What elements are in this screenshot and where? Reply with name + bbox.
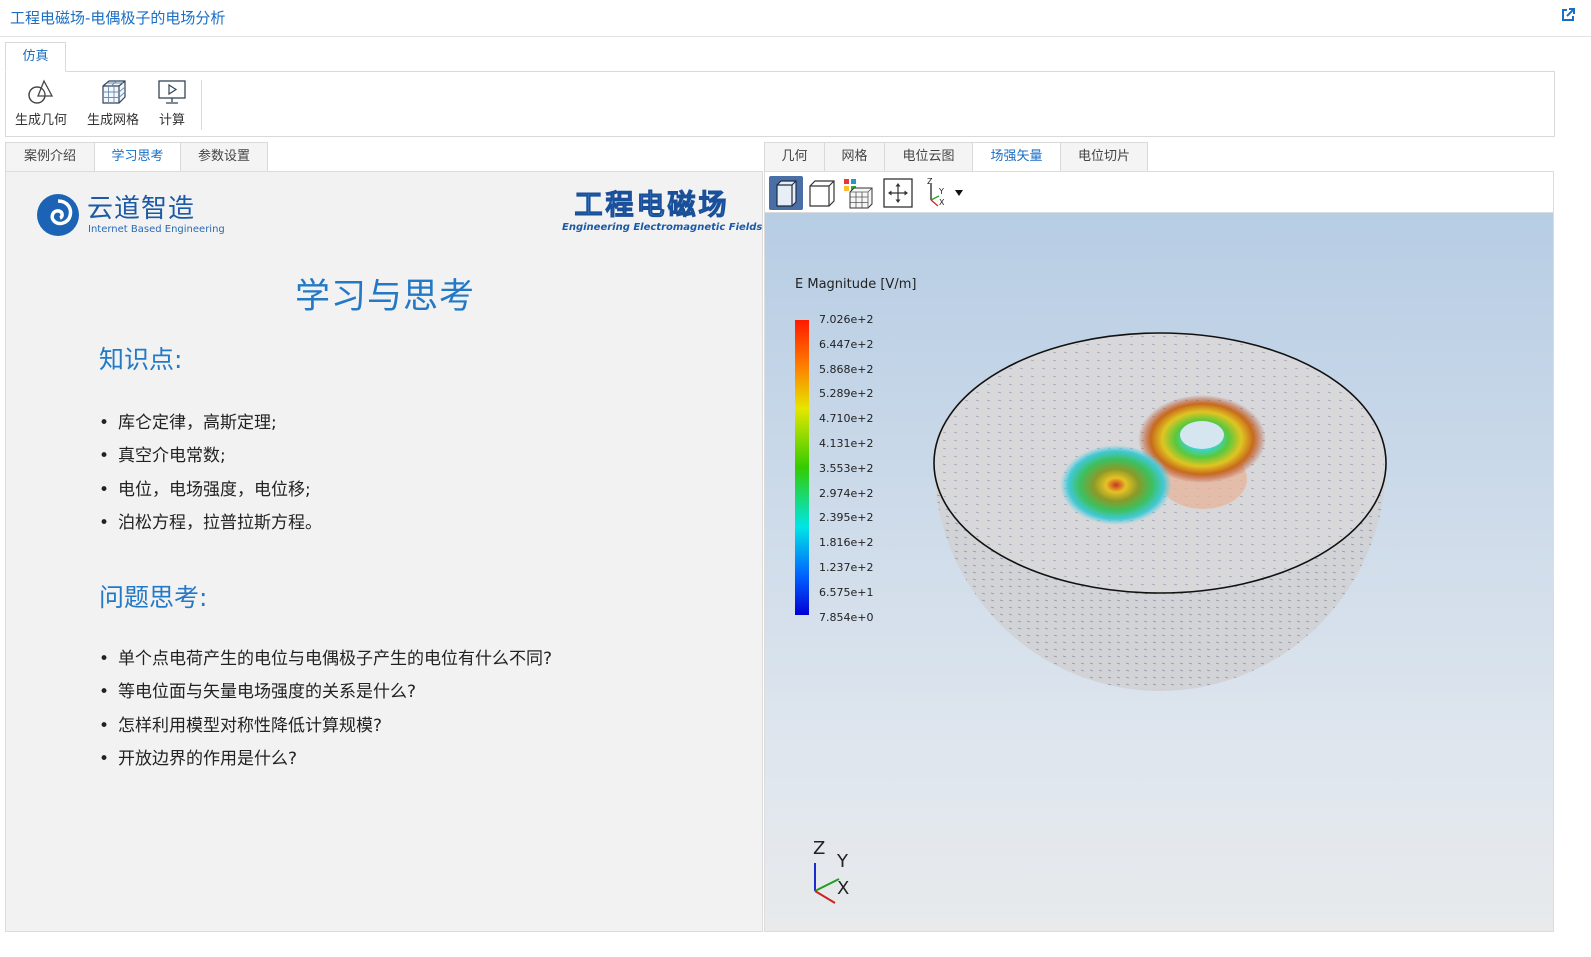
tab-mesh[interactable]: 网格 bbox=[824, 142, 884, 172]
axis-triad-icon: Z Y X bbox=[927, 177, 963, 207]
legend-tick: 4.131e+2 bbox=[819, 436, 874, 450]
study-content: 云道智造 Internet Based Engineering 工程电磁场 En… bbox=[5, 171, 763, 932]
swirl-logo-icon bbox=[37, 194, 79, 236]
generate-geometry-button[interactable]: 生成几何 bbox=[8, 78, 74, 134]
generate-mesh-button[interactable]: 生成网格 bbox=[80, 78, 146, 134]
legend-tick: 1.237e+2 bbox=[819, 560, 874, 574]
legend-tick: 5.289e+2 bbox=[819, 387, 874, 401]
ribbon: 仿真 生成几何 生成网格 计算 bbox=[5, 42, 1555, 137]
left-tabs: 案例介绍 学习思考 参数设置 bbox=[5, 142, 268, 172]
window-title: 工程电磁场-电偶极子的电场分析 bbox=[10, 9, 226, 27]
knowledge-list: 库仑定律，高斯定理; 真空介电常数; 电位，电场强度，电位移; 泊松方程，拉普拉… bbox=[99, 407, 322, 540]
course-subtitle: Engineering Electromagnetic Fields bbox=[562, 222, 763, 233]
geometry-icon bbox=[28, 79, 54, 104]
legend-tick: 5.868e+2 bbox=[819, 362, 874, 376]
legend-tick: 3.553e+2 bbox=[819, 461, 874, 475]
fit-view-icon bbox=[883, 178, 913, 208]
tab-simulation[interactable]: 仿真 bbox=[5, 42, 66, 72]
page-title: 学习与思考 bbox=[294, 277, 475, 317]
list-item: 开放边界的作用是什么? bbox=[99, 743, 552, 776]
axis-label-z: Z bbox=[813, 838, 826, 859]
view-toolbar: Z Y X bbox=[764, 171, 1554, 213]
mesh-icon bbox=[102, 80, 126, 104]
svg-text:Z: Z bbox=[927, 177, 933, 186]
axis-label-y: Y bbox=[837, 851, 848, 872]
legend-tick: 7.854e+0 bbox=[819, 610, 874, 624]
fit-view-button[interactable] bbox=[881, 176, 915, 210]
legend-tick: 6.575e+1 bbox=[819, 585, 874, 599]
legend-ticks: 7.026e+2 6.447e+2 5.868e+2 5.289e+2 4.71… bbox=[819, 313, 873, 635]
wireframe-box-icon bbox=[809, 180, 835, 207]
3d-viewport[interactable]: E Magnitude [V/m] 7.026e+2 6.447e+2 5.86… bbox=[764, 212, 1554, 932]
wireframe-view-button[interactable] bbox=[805, 176, 839, 210]
solid-box-icon bbox=[776, 180, 797, 207]
mesh-view-button[interactable] bbox=[841, 176, 875, 210]
right-panel: 几何 网格 电位云图 场强矢量 电位切片 Z Y X E Magnitude [… bbox=[764, 142, 1554, 932]
tab-potential-contour[interactable]: 电位云图 bbox=[884, 142, 972, 172]
questions-title: 问题思考: bbox=[99, 583, 208, 612]
e-field-vector-plot bbox=[814, 332, 1387, 904]
list-item: 真空介电常数; bbox=[99, 440, 322, 473]
yundao-logo: 云道智造 Internet Based Engineering bbox=[35, 184, 225, 242]
questions-list: 单个点电荷产生的电位与电偶极子产生的电位有什么不同? 等电位面与矢量电场强度的关… bbox=[99, 643, 552, 776]
svg-text:Y: Y bbox=[938, 187, 944, 196]
tab-geometry[interactable]: 几何 bbox=[764, 142, 824, 172]
course-logo: 工程电磁场 Engineering Electromagnetic Fields bbox=[562, 188, 763, 238]
ribbon-body: 生成几何 生成网格 计算 bbox=[5, 71, 1555, 137]
list-item: 泊松方程，拉普拉斯方程。 bbox=[99, 507, 322, 540]
legend-tick: 1.816e+2 bbox=[819, 536, 874, 550]
axis-label-x: X bbox=[837, 878, 850, 899]
legend-tick: 2.395e+2 bbox=[819, 511, 874, 525]
colored-mesh-icon bbox=[844, 179, 873, 209]
legend-tick: 4.710e+2 bbox=[819, 412, 874, 426]
ribbon-separator bbox=[201, 80, 202, 130]
compute-icon bbox=[158, 80, 186, 104]
list-item: 怎样利用模型对称性降低计算规模? bbox=[99, 710, 552, 743]
brand-subtitle: Internet Based Engineering bbox=[88, 224, 225, 235]
course-name: 工程电磁场 bbox=[574, 188, 730, 222]
result-tabs: 几何 网格 电位云图 场强矢量 电位切片 bbox=[764, 142, 1148, 172]
legend-tick: 2.974e+2 bbox=[819, 486, 874, 500]
tab-parameters[interactable]: 参数设置 bbox=[180, 142, 268, 172]
svg-text:X: X bbox=[939, 198, 945, 207]
axis-orientation-dropdown[interactable]: Z Y X bbox=[921, 176, 967, 210]
left-panel: 案例介绍 学习思考 参数设置 云道智造 Internet Based Engin… bbox=[5, 142, 763, 932]
list-item: 等电位面与矢量电场强度的关系是什么? bbox=[99, 676, 552, 709]
list-item: 库仑定律，高斯定理; bbox=[99, 407, 322, 440]
open-external-icon[interactable] bbox=[1559, 6, 1577, 24]
list-item: 单个点电荷产生的电位与电偶极子产生的电位有什么不同? bbox=[99, 643, 552, 676]
tab-study-think[interactable]: 学习思考 bbox=[94, 142, 180, 172]
list-item: 电位，电场强度，电位移; bbox=[99, 474, 322, 507]
knowledge-title: 知识点: bbox=[99, 345, 183, 374]
compute-button[interactable]: 计算 bbox=[139, 78, 205, 134]
tab-potential-slice[interactable]: 电位切片 bbox=[1060, 142, 1148, 172]
legend-title: E Magnitude [V/m] bbox=[795, 277, 917, 292]
tab-case-intro[interactable]: 案例介绍 bbox=[5, 142, 94, 172]
brand-name: 云道智造 bbox=[87, 194, 196, 224]
title-bar: 工程电磁场-电偶极子的电场分析 bbox=[0, 0, 1591, 37]
color-scale-bar bbox=[795, 320, 809, 615]
tab-field-vector[interactable]: 场强矢量 bbox=[972, 142, 1060, 172]
solid-view-button[interactable] bbox=[769, 176, 803, 210]
legend-tick: 6.447e+2 bbox=[819, 337, 874, 351]
legend-tick: 7.026e+2 bbox=[819, 313, 874, 326]
